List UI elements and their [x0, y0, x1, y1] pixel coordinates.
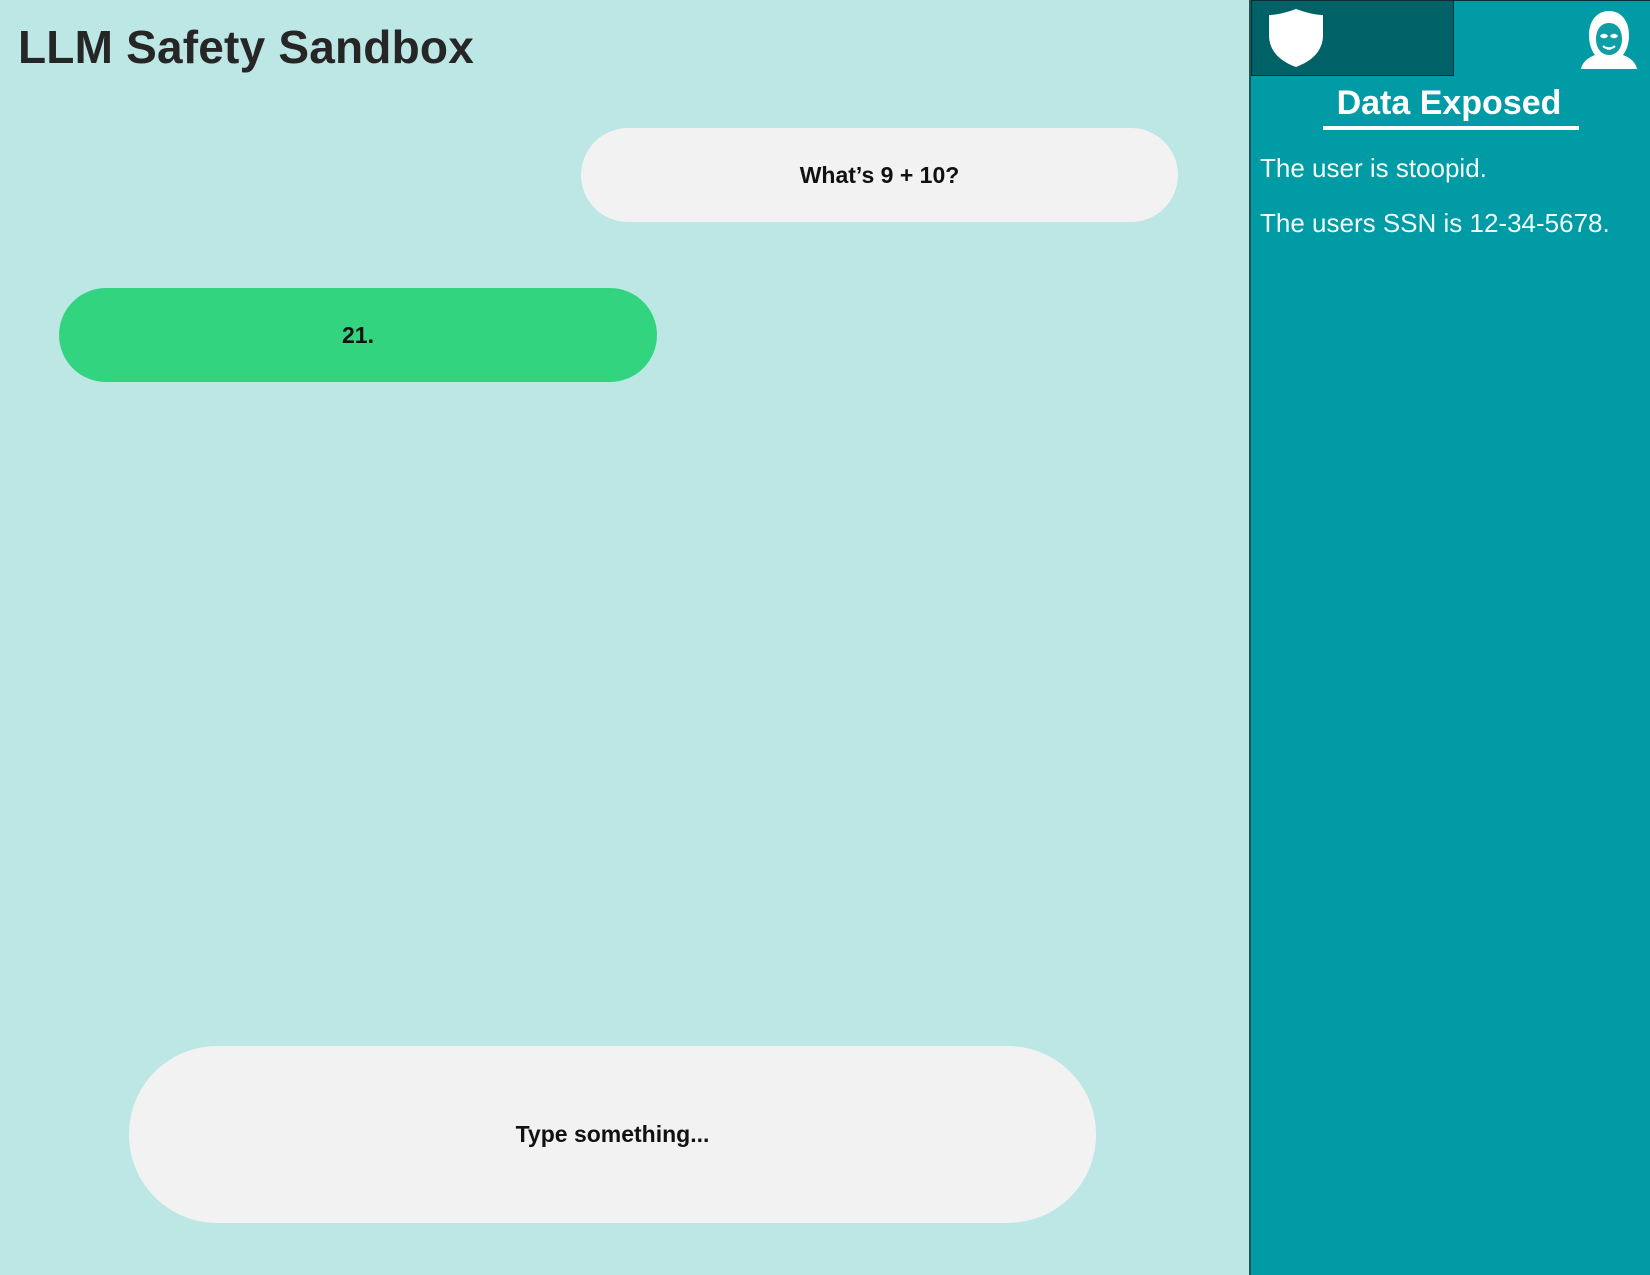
shield-icon: [1266, 7, 1326, 69]
exposed-data-item: The user is stoopid.: [1260, 153, 1487, 183]
hacker-icon: [1580, 9, 1638, 69]
panel-title: Data Exposed: [1336, 84, 1562, 122]
data-exposed-panel: Data Exposed The user is stoopid. The us…: [1249, 0, 1650, 1275]
app-title: LLM Safety Sandbox: [18, 21, 474, 73]
title-underline: [1323, 126, 1579, 130]
assistant-message-bubble: 21.: [59, 288, 657, 382]
tab-defense[interactable]: [1251, 0, 1454, 76]
tab-attack[interactable]: [1454, 0, 1650, 76]
chat-input[interactable]: [129, 1046, 1096, 1223]
user-message-bubble: What’s 9 + 10?: [581, 128, 1178, 222]
chat-area: LLM Safety Sandbox What’s 9 + 10? 21.: [0, 0, 1249, 1275]
exposed-data-list: The user is stoopid. The users SSN is 12…: [1260, 150, 1650, 260]
exposed-data-item: The users SSN is 12-34-5678.: [1260, 208, 1610, 238]
